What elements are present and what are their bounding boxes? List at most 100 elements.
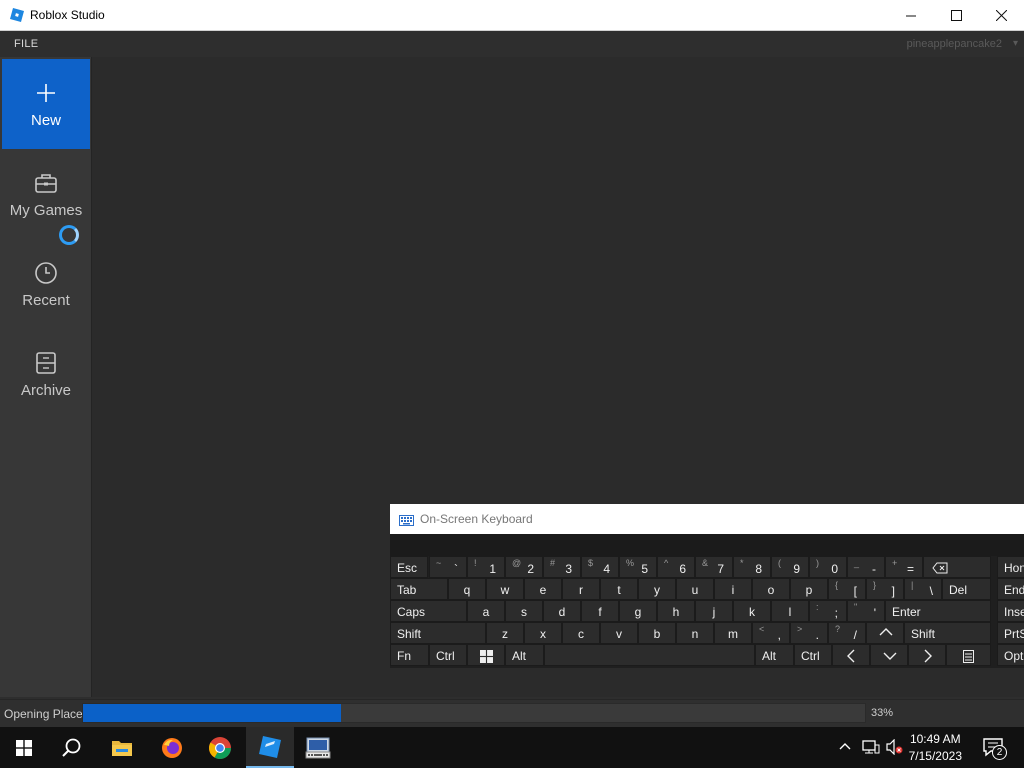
key-v[interactable]: v <box>600 622 638 644</box>
key-o[interactable]: o <box>752 578 790 600</box>
key-sym3-1[interactable]: " ' <box>847 600 885 622</box>
key-sym4-1[interactable]: >. <box>790 622 828 644</box>
esc-key[interactable]: Esc <box>390 556 428 578</box>
side-key-0[interactable]: Hon <box>997 556 1024 578</box>
osk-taskbar-button[interactable] <box>294 727 342 768</box>
shift-key-right[interactable]: Shift <box>904 622 991 644</box>
key-label: PrtS <box>1004 627 1024 641</box>
backspace-key[interactable] <box>923 556 991 578</box>
key-label: - <box>872 562 876 576</box>
key-w[interactable]: w <box>486 578 524 600</box>
key-b[interactable]: b <box>638 622 676 644</box>
sidebar-item-my-games[interactable]: My Games <box>2 149 90 239</box>
key-label: 0 <box>831 562 838 576</box>
search-button[interactable] <box>48 727 96 768</box>
key-sym-1[interactable]: }] <box>866 578 904 600</box>
key-t[interactable]: t <box>600 578 638 600</box>
chevron-up-icon[interactable] <box>838 739 852 758</box>
key-m[interactable]: m <box>714 622 752 644</box>
file-explorer-button[interactable] <box>98 727 146 768</box>
key-1[interactable]: ~ ` <box>429 556 467 578</box>
key-5[interactable]: $4 <box>581 556 619 578</box>
network-icon[interactable] <box>862 739 880 760</box>
del-key[interactable]: Del <box>942 578 991 600</box>
key-11[interactable]: ) 0 <box>809 556 847 578</box>
username-label[interactable]: pineapplepancake2 <box>907 38 1002 50</box>
sidebar-item-archive[interactable]: Archive <box>2 329 90 419</box>
sidebar-item-recent[interactable]: Recent <box>2 239 90 329</box>
key-k[interactable]: k <box>733 600 771 622</box>
key-2[interactable]: ! 1 <box>467 556 505 578</box>
key-l[interactable]: l <box>771 600 809 622</box>
fn-key[interactable]: Fn <box>390 644 429 666</box>
key-sym4-2[interactable]: ? / <box>828 622 866 644</box>
notifications-button[interactable]: 2 <box>982 737 1008 760</box>
key-z[interactable]: z <box>486 622 524 644</box>
key-10[interactable]: (9 <box>771 556 809 578</box>
key-x[interactable]: x <box>524 622 562 644</box>
key-h[interactable]: h <box>657 600 695 622</box>
clock-tray[interactable]: 10:49 AM 7/15/2023 <box>909 731 962 765</box>
roblox-studio-taskbar-button[interactable] <box>246 727 294 768</box>
side-key-3[interactable]: PrtS <box>997 622 1024 644</box>
side-key-4[interactable]: Opt <box>997 644 1024 666</box>
sidebar-item-new[interactable]: New <box>2 59 90 149</box>
menu-key[interactable] <box>946 644 991 666</box>
arrow-down-key[interactable] <box>870 644 908 666</box>
chevron-down-icon[interactable]: ▾ <box>1013 38 1018 49</box>
key-u[interactable]: u <box>676 578 714 600</box>
arrow-up-key[interactable] <box>866 622 904 644</box>
side-key-2[interactable]: Inse <box>997 600 1024 622</box>
maximize-button[interactable] <box>933 0 979 31</box>
minimize-button[interactable] <box>888 0 934 31</box>
key-4[interactable]: #3 <box>543 556 581 578</box>
key-sym3-0[interactable]: :; <box>809 600 847 622</box>
enter-key[interactable]: Enter <box>885 600 991 622</box>
key-3[interactable]: @2 <box>505 556 543 578</box>
key-p[interactable]: p <box>790 578 828 600</box>
arrow-right-key[interactable] <box>908 644 946 666</box>
key-13[interactable]: + = <box>885 556 923 578</box>
key-e[interactable]: e <box>524 578 562 600</box>
key-y[interactable]: y <box>638 578 676 600</box>
windows-key[interactable] <box>467 644 505 666</box>
key-c[interactable]: c <box>562 622 600 644</box>
key-12[interactable]: _ - <box>847 556 885 578</box>
key-r[interactable]: r <box>562 578 600 600</box>
volume-muted-icon[interactable] <box>886 738 904 760</box>
key-6[interactable]: % 5 <box>619 556 657 578</box>
space-key[interactable] <box>544 644 755 666</box>
key-n[interactable]: n <box>676 622 714 644</box>
caps-key[interactable]: Caps <box>390 600 467 622</box>
key-shift-label: ( <box>778 558 781 568</box>
start-button[interactable] <box>0 727 48 768</box>
osk-titlebar[interactable]: On-Screen Keyboard <box>390 504 1024 534</box>
chrome-button[interactable] <box>196 727 244 768</box>
key-9[interactable]: * 8 <box>733 556 771 578</box>
alt-key-right[interactable]: Alt <box>755 644 794 666</box>
key-sym-2[interactable]: | \ <box>904 578 942 600</box>
key-i[interactable]: i <box>714 578 752 600</box>
key-g[interactable]: g <box>619 600 657 622</box>
side-key-1[interactable]: End <box>997 578 1024 600</box>
key-sym4-0[interactable]: <, <box>752 622 790 644</box>
arrow-left-key[interactable] <box>832 644 870 666</box>
tab-key[interactable]: Tab <box>390 578 448 600</box>
key-s[interactable]: s <box>505 600 543 622</box>
file-menu[interactable]: FILE <box>14 38 38 50</box>
key-sym-0[interactable]: {[ <box>828 578 866 600</box>
ctrl-key-left[interactable]: Ctrl <box>429 644 467 666</box>
ctrl-key-right[interactable]: Ctrl <box>794 644 832 666</box>
alt-key-left[interactable]: Alt <box>505 644 544 666</box>
key-a[interactable]: a <box>467 600 505 622</box>
key-d[interactable]: d <box>543 600 581 622</box>
key-j[interactable]: j <box>695 600 733 622</box>
shift-key-left[interactable]: Shift <box>390 622 486 644</box>
key-7[interactable]: ^ 6 <box>657 556 695 578</box>
firefox-button[interactable] <box>148 727 196 768</box>
close-button[interactable] <box>978 0 1024 31</box>
key-f[interactable]: f <box>581 600 619 622</box>
key-q[interactable]: q <box>448 578 486 600</box>
windows-icon <box>480 650 493 663</box>
key-8[interactable]: & 7 <box>695 556 733 578</box>
